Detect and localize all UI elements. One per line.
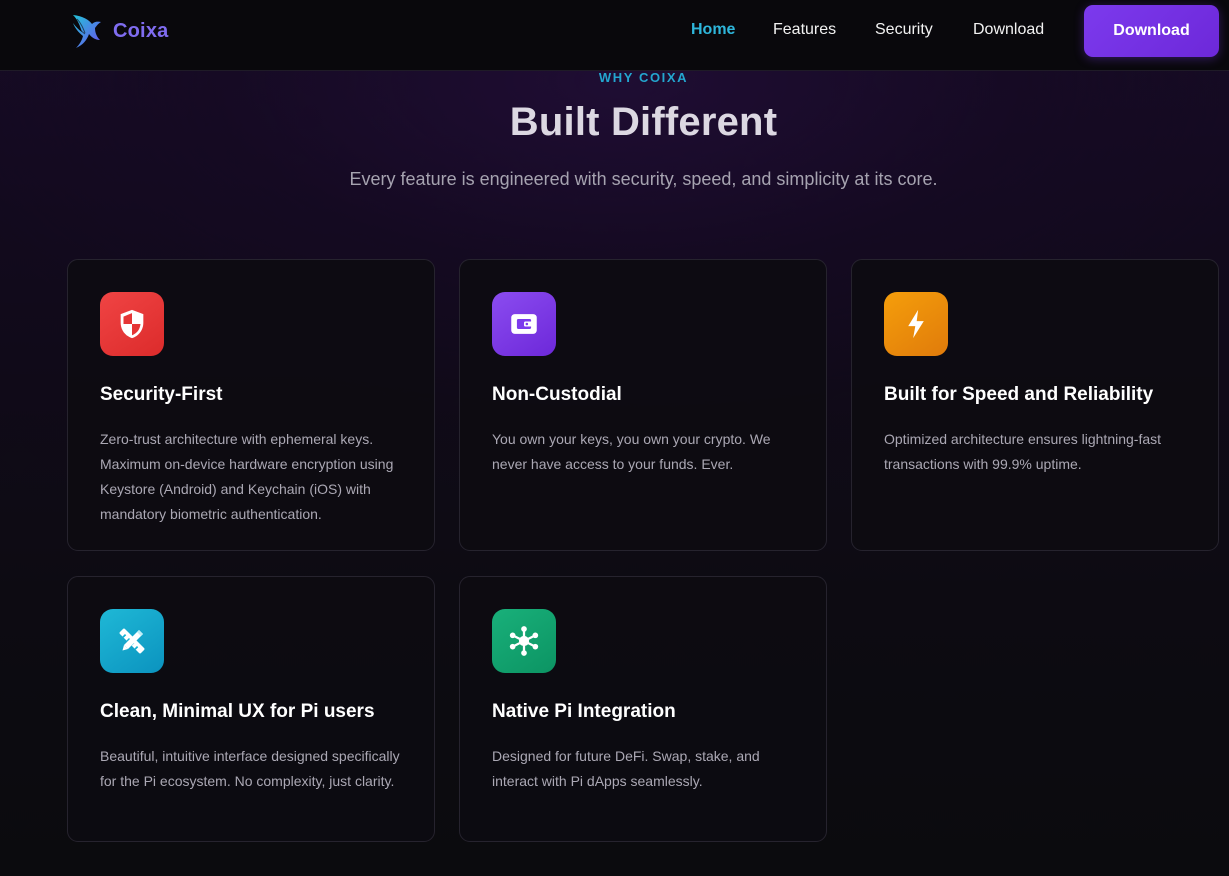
feature-card-ux: Clean, Minimal UX for Pi users Beautiful… [67, 576, 435, 842]
feature-title: Non-Custodial [492, 384, 622, 405]
brand-logo[interactable]: Coixa [70, 12, 168, 50]
lightning-icon [884, 292, 948, 356]
feature-description: You own your keys, you own your crypto. … [492, 431, 771, 472]
wallet-icon [492, 292, 556, 356]
feature-title: Clean, Minimal UX for Pi users [100, 701, 375, 722]
pencil-ruler-icon [100, 609, 164, 673]
section-title: Built Different [509, 100, 778, 144]
shield-icon [100, 292, 164, 356]
feature-card-pi-integration: Native Pi Integration Designed for futur… [459, 576, 827, 842]
feature-card-speed: Built for Speed and Reliability Optimize… [851, 259, 1219, 551]
feature-title: Native Pi Integration [492, 701, 676, 722]
download-button[interactable]: Download [1084, 5, 1219, 57]
nav-link-security[interactable]: Security [875, 20, 933, 40]
network-nodes-icon [492, 609, 556, 673]
section-subtitle: Every feature is engineered with securit… [349, 169, 938, 189]
nav-link-download[interactable]: Download [973, 20, 1044, 40]
feature-title: Security-First [100, 384, 223, 405]
feature-description: Beautiful, intuitive interface designed … [100, 748, 400, 789]
section-eyebrow: WHY COIXA [598, 70, 689, 85]
nav-link-features[interactable]: Features [773, 20, 836, 40]
feature-title: Built for Speed and Reliability [884, 384, 1154, 405]
feature-description: Zero-trust architecture with ephemeral k… [100, 431, 394, 522]
navbar: Coixa Home Features Security Download Do… [0, 0, 1229, 71]
phoenix-logo-icon [73, 15, 101, 48]
feature-description: Designed for future DeFi. Swap, stake, a… [492, 748, 760, 789]
nav-link-home[interactable]: Home [691, 20, 735, 40]
feature-description: Optimized architecture ensures lightning… [884, 431, 1162, 472]
brand-name: Coixa [113, 19, 169, 42]
feature-card-non-custodial: Non-Custodial You own your keys, you own… [459, 259, 827, 551]
feature-card-security: Security-First Zero-trust architecture w… [67, 259, 435, 551]
